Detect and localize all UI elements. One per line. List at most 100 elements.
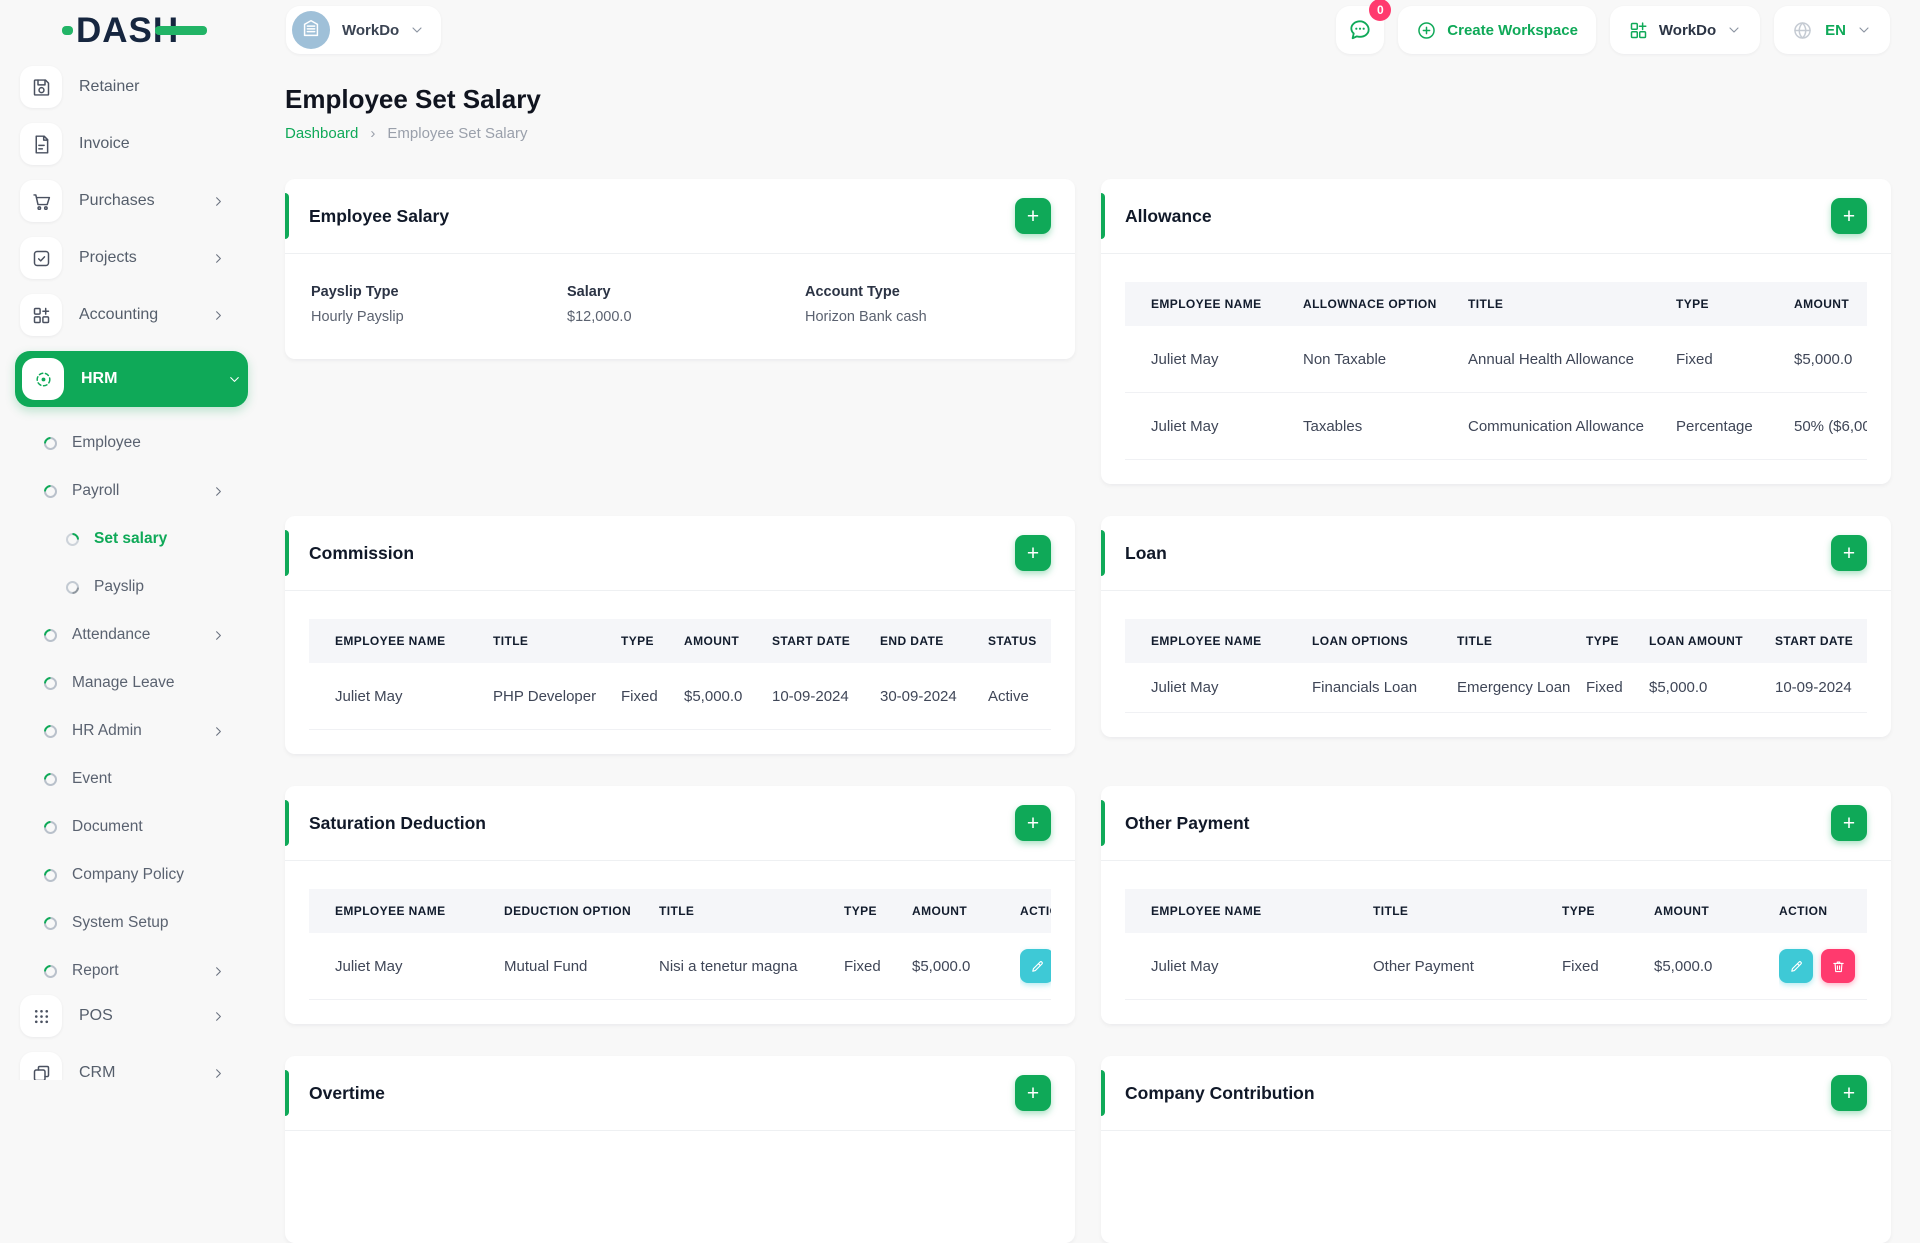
card-header: Overtime + bbox=[285, 1056, 1075, 1131]
table-cell: Financials Loan bbox=[1312, 663, 1457, 713]
add-commission-button[interactable]: + bbox=[1015, 535, 1051, 571]
sidebar-item-event[interactable]: Event bbox=[41, 755, 232, 803]
sidebar-item-label: System Setup bbox=[72, 914, 169, 931]
delete-button[interactable] bbox=[1821, 949, 1855, 983]
card-title: Overtime bbox=[309, 1082, 385, 1103]
add-allowance-button[interactable]: + bbox=[1831, 198, 1867, 234]
plus-icon: + bbox=[1026, 811, 1040, 835]
table-cell: Juliet May bbox=[1125, 392, 1303, 460]
sidebar-item-employee[interactable]: Employee bbox=[41, 419, 232, 467]
add-saturation-deduction-button[interactable]: + bbox=[1015, 805, 1051, 841]
main-content: Employee Set Salary Dashboard › Employee… bbox=[285, 60, 1920, 1243]
table-row: Juliet May Taxables Communication Allowanc… bbox=[1125, 392, 1867, 460]
workspace-switcher[interactable]: WorkDo bbox=[286, 6, 442, 54]
bullet-icon bbox=[41, 433, 60, 453]
field-value: Hourly Payslip bbox=[311, 309, 404, 325]
employee-salary-fields: Payslip Type Hourly Payslip Salary $12,000.… bbox=[285, 254, 1075, 359]
column-header-status: STATUS bbox=[988, 619, 1051, 663]
edit-button[interactable] bbox=[1020, 949, 1051, 983]
chevron-down-icon bbox=[227, 372, 242, 387]
sidebar-item-payslip[interactable]: Payslip bbox=[63, 563, 232, 611]
create-workspace-button[interactable]: Create Workspace bbox=[1398, 6, 1596, 54]
sidebar-item-document[interactable]: Document bbox=[41, 803, 232, 851]
workspace-name: WorkDo bbox=[342, 21, 400, 39]
edit-button[interactable] bbox=[1779, 949, 1813, 983]
chevron-down-icon bbox=[1856, 22, 1872, 38]
column-header-type: TYPE bbox=[844, 889, 912, 933]
table-cell: Fixed bbox=[1676, 326, 1794, 393]
sidebar-item-purchases[interactable]: Purchases bbox=[20, 180, 232, 222]
commission-card: Commission + EMPLOYEE NAME TITLE TYPE AMOUN… bbox=[285, 516, 1075, 754]
breadcrumb-dashboard-link[interactable]: Dashboard bbox=[285, 125, 358, 142]
sidebar-item-accounting[interactable]: Accounting bbox=[20, 294, 232, 336]
sidebar-item-label: POS bbox=[79, 1007, 113, 1024]
topbar: DASH WorkDo 0 Create Workspace WorkDo EN bbox=[0, 0, 1920, 60]
chevron-right-icon bbox=[211, 1009, 226, 1024]
table-cell: Emergency Loan bbox=[1457, 663, 1586, 713]
table-cell: Juliet May bbox=[1125, 663, 1312, 713]
sidebar-item-system-setup[interactable]: System Setup bbox=[41, 899, 232, 947]
sidebar-item-label: Set salary bbox=[94, 530, 168, 547]
sidebar-item-pos[interactable]: POS bbox=[20, 995, 232, 1037]
sidebar-item-label: HR Admin bbox=[72, 722, 142, 739]
messages-button[interactable]: 0 bbox=[1336, 0, 1392, 54]
topbar-actions: 0 Create Workspace WorkDo EN bbox=[1336, 0, 1890, 54]
sidebar-item-hrm[interactable]: HRM bbox=[15, 351, 248, 407]
allowance-card: Allowance + EMPLOYEE NAME ALLOWNACE OPTIO… bbox=[1101, 179, 1891, 484]
app-logo[interactable]: DASH bbox=[62, 13, 212, 48]
messages-badge: 0 bbox=[1369, 0, 1392, 21]
chevron-right-icon bbox=[211, 194, 226, 209]
loan-card: Loan + EMPLOYEE NAME LOAN OPTIONS TITLE TYP… bbox=[1101, 516, 1891, 737]
chevron-right-icon bbox=[211, 964, 226, 979]
company-contribution-card: Company Contribution + bbox=[1101, 1056, 1891, 1243]
language-selector[interactable]: EN bbox=[1774, 6, 1890, 54]
sidebar-item-retainer[interactable]: Retainer bbox=[20, 66, 232, 108]
sidebar-item-label: Payroll bbox=[72, 482, 120, 499]
table-cell: Mutual Fund bbox=[504, 933, 659, 1000]
sidebar-item-payroll[interactable]: Payroll bbox=[41, 467, 232, 515]
table-header-row: EMPLOYEE NAME ALLOWNACE OPTION TITLE TYPE AM… bbox=[1125, 282, 1867, 326]
table-cell: 10-09-2024 bbox=[1775, 663, 1867, 713]
table-cell: $5,000.0 bbox=[1794, 326, 1867, 393]
other-payment-card: Other Payment + EMPLOYEE NAME TITLE TYPE AM… bbox=[1101, 786, 1891, 1024]
column-header-title: TITLE bbox=[659, 889, 844, 933]
sidebar-item-report[interactable]: Report bbox=[41, 947, 232, 995]
apps-menu-button[interactable]: WorkDo bbox=[1609, 6, 1761, 54]
table-cell: Fixed bbox=[621, 663, 684, 730]
sidebar-item-crm[interactable]: CRM bbox=[20, 1052, 232, 1080]
retainer-icon bbox=[20, 66, 62, 108]
table-cell: $5,000.0 bbox=[1649, 663, 1775, 713]
add-other-payment-button[interactable]: + bbox=[1831, 805, 1867, 841]
add-company-contribution-button[interactable]: + bbox=[1831, 1075, 1867, 1111]
add-loan-button[interactable]: + bbox=[1831, 535, 1867, 571]
sidebar-item-company-policy[interactable]: Company Policy bbox=[41, 851, 232, 899]
sidebar-item-manage-leave[interactable]: Manage Leave bbox=[41, 659, 232, 707]
sidebar-item-projects[interactable]: Projects bbox=[20, 237, 232, 279]
create-workspace-label: Create Workspace bbox=[1447, 21, 1578, 39]
breadcrumb-current: Employee Set Salary bbox=[387, 125, 528, 142]
card-header: Loan + bbox=[1101, 516, 1891, 591]
column-header-amount: AMOUNT bbox=[684, 619, 772, 663]
sidebar-item-set-salary[interactable]: Set salary bbox=[63, 515, 232, 563]
bullet-icon bbox=[41, 961, 60, 981]
breadcrumb: Dashboard › Employee Set Salary bbox=[285, 125, 1920, 142]
table-cell: Other Payment bbox=[1373, 933, 1562, 1000]
page-title: Employee Set Salary bbox=[285, 84, 541, 114]
logo-accent-bar bbox=[155, 25, 208, 35]
table-header-row: EMPLOYEE NAME DEDUCTION OPTION TITLE TYPE AM… bbox=[309, 889, 1051, 933]
field-label: Salary bbox=[567, 284, 611, 300]
add-overtime-button[interactable]: + bbox=[1015, 1075, 1051, 1111]
card-title: Allowance bbox=[1125, 205, 1212, 226]
add-employee-salary-button[interactable]: + bbox=[1015, 198, 1051, 234]
language-label: EN bbox=[1825, 21, 1846, 39]
sidebar-item-attendance[interactable]: Attendance bbox=[41, 611, 232, 659]
sidebar-item-invoice[interactable]: Invoice bbox=[20, 123, 232, 165]
sidebar-item-hr-admin[interactable]: HR Admin bbox=[41, 707, 232, 755]
workspace-avatar bbox=[292, 11, 330, 49]
table-cell: Annual Health Allowance bbox=[1468, 326, 1676, 393]
commission-table: EMPLOYEE NAME TITLE TYPE AMOUNT START DATE EN… bbox=[309, 619, 1051, 730]
plus-icon: + bbox=[1026, 204, 1040, 228]
breadcrumb-separator-icon: › bbox=[370, 125, 376, 142]
table-row: Juliet May Mutual Fund Nisi a tenetur magn… bbox=[309, 933, 1051, 1000]
column-header-amount: AMOUNT bbox=[912, 889, 1020, 933]
